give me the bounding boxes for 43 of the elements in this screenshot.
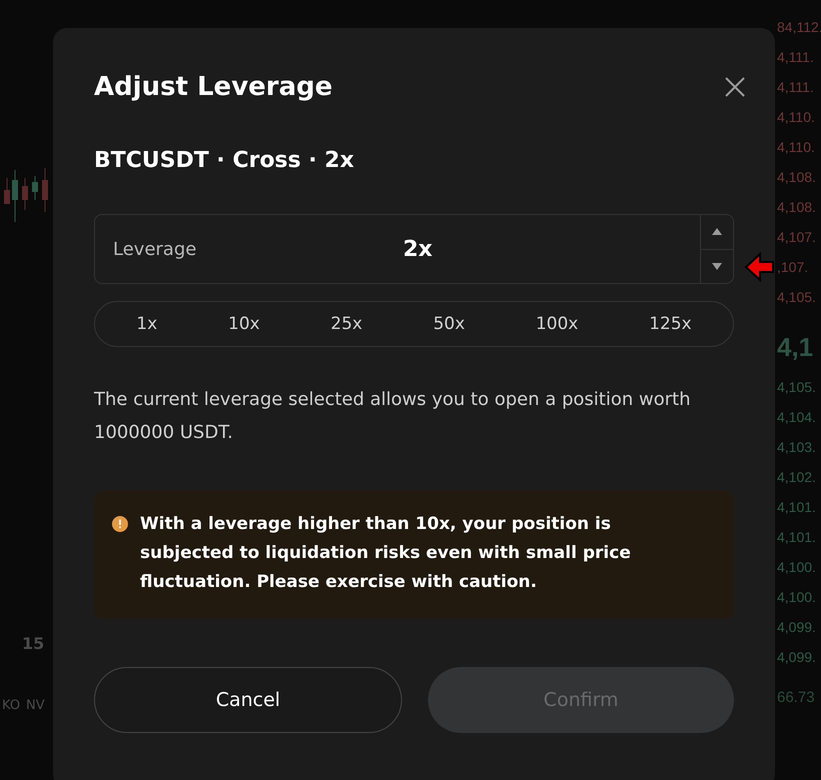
bid-price: 4,101.	[777, 498, 817, 517]
ask-price: 4,108.	[777, 168, 817, 187]
description-text: The current leverage selected allows you to open a position worth 1000000 USDT.	[94, 388, 692, 445]
axis-label: 15	[22, 634, 44, 653]
bid-price: 4,100.	[777, 558, 817, 577]
leverage-option[interactable]: 10x	[216, 308, 272, 340]
caret-down-icon	[712, 262, 722, 270]
bid-price: 4,100.	[777, 588, 817, 607]
ask-price: 4,111.	[777, 78, 815, 97]
mid-price: 4,1	[777, 331, 814, 364]
arrow-icon	[744, 251, 774, 283]
bid-price: 4,102.	[777, 468, 817, 487]
warning-icon	[112, 516, 128, 532]
cancel-button[interactable]: Cancel	[94, 667, 402, 733]
leverage-option[interactable]: 100x	[524, 308, 590, 340]
field-value: 2x	[403, 236, 432, 262]
bid-price: 4,099.	[777, 648, 817, 667]
leverage-option[interactable]: 50x	[421, 308, 477, 340]
ask-price: 4,105.	[777, 288, 817, 307]
bid-price: 4,099.	[777, 618, 817, 637]
order-book-value: 66.73	[777, 689, 816, 706]
leverage-option[interactable]: 25x	[318, 308, 374, 340]
ask-price: 4,111.	[777, 48, 815, 67]
ask-price: ,107.	[777, 258, 810, 277]
bid-price: 4,104.	[777, 408, 817, 427]
contract-summary: BTCUSDT · Cross · 2x	[94, 148, 356, 173]
leverage-input[interactable]: Leverage 2x	[94, 214, 734, 284]
dialog-title: Adjust Leverage	[94, 72, 333, 102]
warning-text: With a leverage higher than 10x, your position is subjected to liquidation risks even with small price fluctuation. Please exercise with caution.	[140, 513, 632, 594]
caret-up-icon	[712, 228, 722, 236]
bid-price: 4,101.	[777, 528, 817, 547]
ask-price: 4,108.	[777, 198, 817, 217]
bid-price: 4,103.	[777, 438, 817, 457]
ask-price: 4,107.	[777, 228, 817, 247]
leverage-option[interactable]: 125x	[637, 308, 704, 340]
ask-price: 4,110.	[777, 138, 816, 157]
bid-price: 4,105.	[777, 378, 817, 397]
close-button[interactable]	[724, 76, 746, 98]
leverage-option[interactable]: 1x	[124, 308, 170, 340]
close-icon	[724, 76, 746, 98]
ask-price: 4,110.	[777, 108, 816, 127]
ask-price: 84,112.	[777, 18, 821, 37]
field-label: Leverage	[113, 238, 196, 260]
